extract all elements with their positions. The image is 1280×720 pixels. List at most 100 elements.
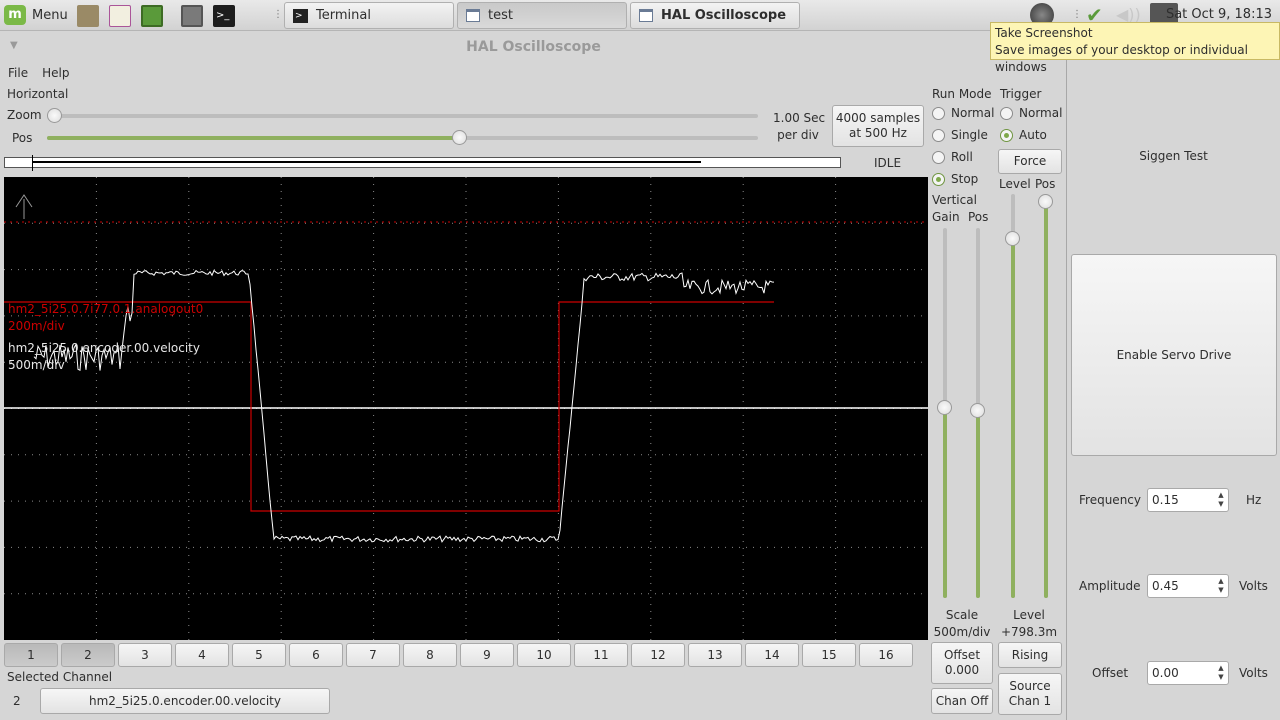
zoom-label: Zoom [7,108,42,122]
channel-button-5[interactable]: 5 [232,643,286,667]
channel-button-13[interactable]: 13 [688,643,742,667]
task-hal-oscilloscope[interactable]: HAL Oscilloscope [630,2,800,29]
task-label: Terminal [316,8,371,23]
menu-label: Menu [32,7,68,23]
offset-unit: Volts [1239,666,1268,680]
run-mode-normal[interactable]: Normal [932,106,994,120]
scale-label: Scale [945,608,979,622]
run-mode-single[interactable]: Single [932,128,988,142]
trigger-pos-slider[interactable] [1044,194,1048,598]
run-mode-stop[interactable]: Stop [932,172,978,186]
frequency-spinbox[interactable]: 0.15 ▲ ▼ [1147,488,1229,512]
amplitude-unit: Volts [1239,579,1268,593]
channel-button-14[interactable]: 14 [745,643,799,667]
run-mode-roll[interactable]: Roll [932,150,973,164]
task-label: test [488,8,513,23]
channel-button-6[interactable]: 6 [289,643,343,667]
system-monitor-launcher-icon[interactable] [138,2,166,30]
hal-oscilloscope-window: HAL Oscilloscope ▼ File Help Horizontal … [0,31,1067,720]
spin-arrows-icon[interactable]: ▲ ▼ [1216,577,1226,595]
menu-button[interactable]: m Menu [4,4,68,26]
terminal-launcher-icon[interactable]: >_ [210,2,238,30]
samples-button[interactable]: 4000 samples at 500 Hz [832,105,924,147]
menubar: File Help [0,63,69,83]
menu-help[interactable]: Help [42,63,69,83]
record-window [33,161,701,163]
trigger-auto[interactable]: Auto [1000,128,1047,142]
task-label: HAL Oscilloscope [661,8,787,23]
source-button[interactable]: Source Chan 1 [998,673,1062,715]
amplitude-spinbox[interactable]: 0.45 ▲ ▼ [1147,574,1229,598]
clock[interactable]: Sat Oct 9, 18:13 [1166,7,1272,22]
channel-button-16[interactable]: 16 [859,643,913,667]
pos-slider[interactable] [47,136,758,140]
window-title: HAL Oscilloscope [466,39,601,55]
trace-1-scale: 200m/div [8,319,65,333]
text-editor-launcher-icon[interactable] [106,2,134,30]
samples-line1: 4000 samples [835,111,921,125]
selected-channel-number: 2 [13,694,21,708]
trigger-label: Trigger [1000,87,1042,101]
tooltip: Take Screenshot Save images of your desk… [990,22,1280,74]
horizontal-label: Horizontal [7,87,69,101]
task-test[interactable]: test [457,2,627,29]
offset-button[interactable]: Offset 0.000 [931,642,993,684]
trigger-normal[interactable]: Normal [1000,106,1062,120]
window-menu-icon[interactable]: ▼ [10,40,18,51]
trigger-arrow-icon [15,194,33,219]
frequency-label: Frequency [1079,493,1141,507]
gain-slider-handle[interactable] [937,400,952,415]
trace-2-name: hm2_5i25.0.encoder.00.velocity [8,341,200,355]
channel-button-1[interactable]: 1 [4,643,58,667]
offset-spinbox[interactable]: 0.00 ▲ ▼ [1147,661,1229,685]
trigger-pos-slider-handle[interactable] [1038,194,1053,209]
enable-servo-drive-button[interactable]: Enable Servo Drive [1071,254,1277,456]
scope-display[interactable]: hm2_5i25.0.7i77.0.1.analogout0 200m/div … [4,177,928,640]
trigger-level-slider-handle[interactable] [1005,231,1020,246]
spin-arrows-icon[interactable]: ▲ ▼ [1216,664,1226,682]
amplitude-label: Amplitude [1079,579,1141,593]
window-icon [639,9,653,22]
selected-channel-label: Selected Channel [7,670,113,684]
zoom-slider-handle[interactable] [47,108,62,123]
task-terminal[interactable]: > Terminal [284,2,454,29]
menu-file[interactable]: File [8,63,28,83]
force-button[interactable]: Force [998,149,1062,174]
channel-button-10[interactable]: 10 [517,643,571,667]
record-overview-bar[interactable] [4,155,841,171]
selected-channel-button[interactable]: hm2_5i25.0.encoder.00.velocity [40,688,330,714]
gimp-launcher-icon[interactable] [74,2,102,30]
pos-label: Pos [12,131,33,145]
zoom-slider[interactable] [50,114,758,118]
channel-button-15[interactable]: 15 [802,643,856,667]
rising-button[interactable]: Rising [998,642,1062,668]
channel-button-9[interactable]: 9 [460,643,514,667]
vertical-pos-label: Pos [968,210,989,224]
trigger-level-slider[interactable] [1011,194,1015,598]
siggen-panel: Siggen Test Enable Servo Drive Frequency… [1067,58,1280,720]
vertical-pos-slider-handle[interactable] [970,403,985,418]
trace-channel-1 [4,301,774,512]
siggen-title: Siggen Test [1139,149,1208,163]
tooltip-title: Take Screenshot [995,26,1093,40]
sec-per-div-line2: per div [777,128,819,142]
trace-1-name: hm2_5i25.0.7i77.0.1.analogout0 [8,302,204,316]
channel-button-2[interactable]: 2 [61,643,115,667]
scale-value: 500m/div [933,625,991,639]
panel-separator: ⋮ [1072,9,1082,20]
channel-button-4[interactable]: 4 [175,643,229,667]
channel-button-11[interactable]: 11 [574,643,628,667]
channel-button-12[interactable]: 12 [631,643,685,667]
channel-button-7[interactable]: 7 [346,643,400,667]
channel-button-3[interactable]: 3 [118,643,172,667]
pos-slider-handle[interactable] [452,130,467,145]
scope-plot [4,177,928,640]
tooltip-text: Save images of your desktop or individua… [995,43,1248,74]
spin-arrows-icon[interactable]: ▲ ▼ [1216,491,1226,509]
mint-logo-icon: m [4,5,26,25]
level-readout-label: Level [1013,608,1045,622]
chan-off-button[interactable]: Chan Off [931,688,993,714]
state-label: IDLE [874,156,902,170]
channel-button-8[interactable]: 8 [403,643,457,667]
files-launcher-icon[interactable] [178,2,206,30]
